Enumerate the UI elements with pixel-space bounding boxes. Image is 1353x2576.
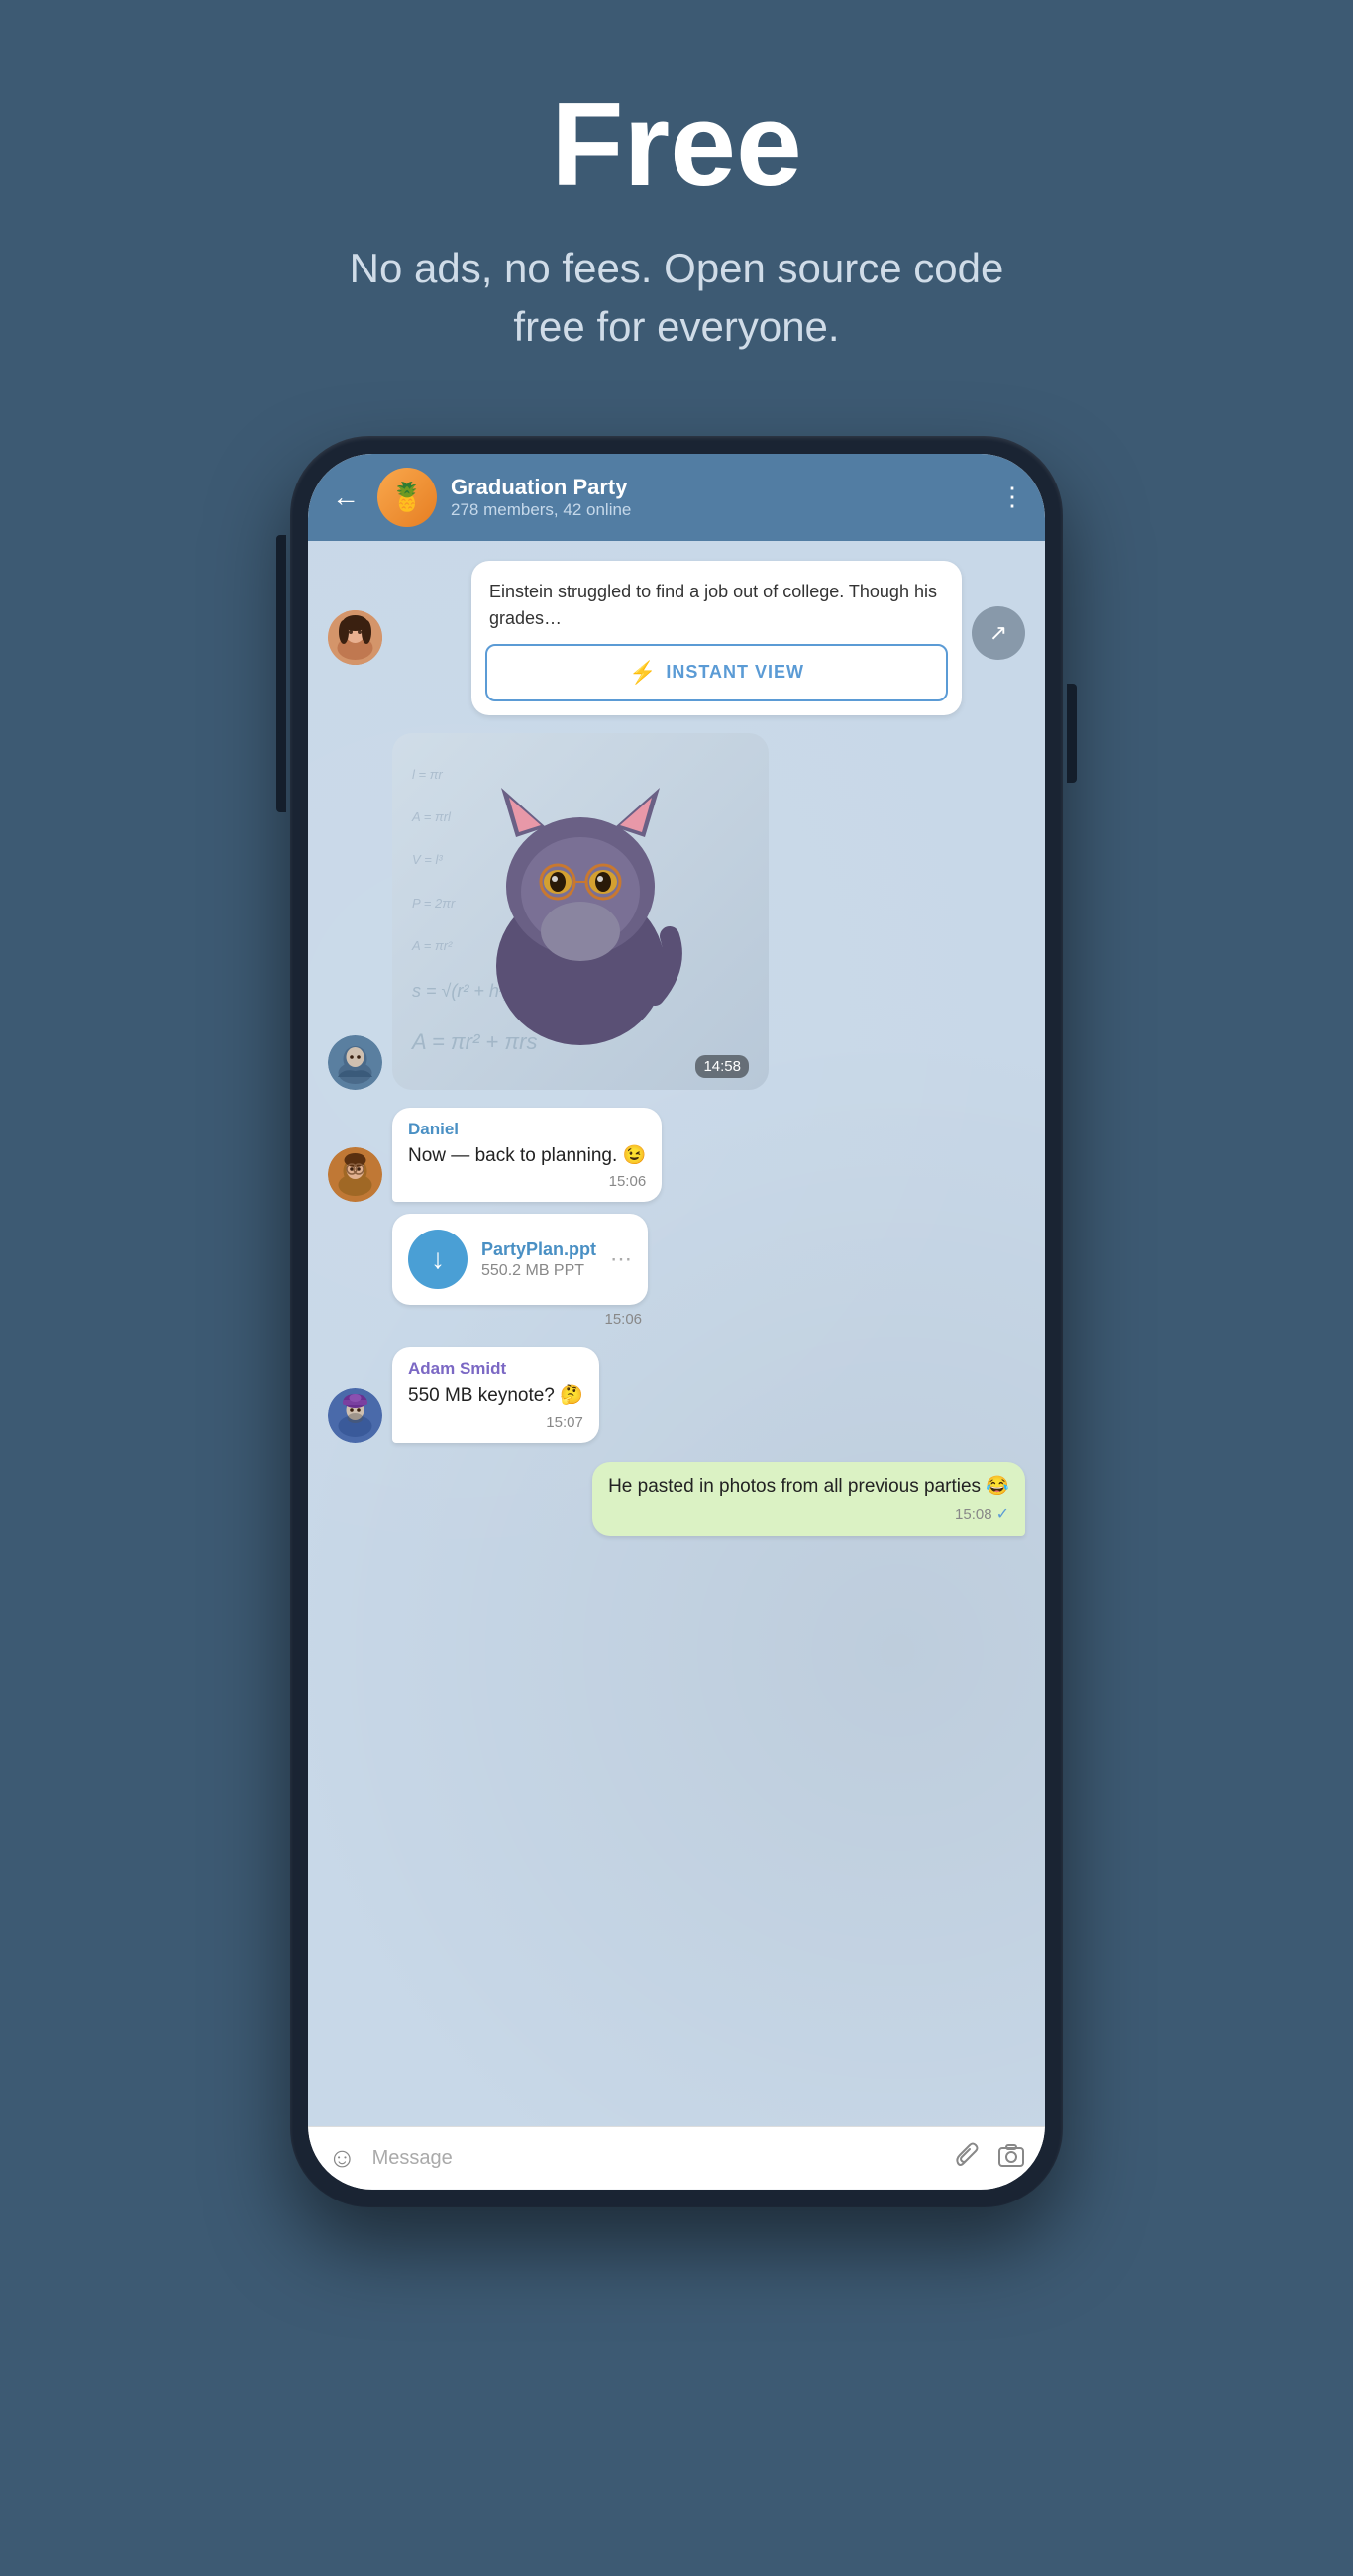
back-button[interactable]: ← bbox=[328, 478, 364, 517]
article-text: Einstein struggled to find a job out of … bbox=[471, 561, 962, 644]
daniel-sender-name: Daniel bbox=[408, 1120, 646, 1139]
adam-msg-bubble: Adam Smidt 550 MB keynote? 🤔 15:07 bbox=[392, 1347, 599, 1443]
own-msg-text: He pasted in photos from all previous pa… bbox=[608, 1474, 1009, 1501]
adam-msg-text: 550 MB keynote? 🤔 bbox=[408, 1383, 583, 1410]
file-msg-time: 15:06 bbox=[604, 1311, 648, 1328]
phone-screen: ← 🍍 Graduation Party 278 members, 42 onl… bbox=[308, 454, 1045, 2190]
sender-avatar-daniel bbox=[328, 1147, 382, 1202]
own-msg-time: 15:08 bbox=[955, 1506, 992, 1523]
file-size: 550.2 MB PPT bbox=[481, 1262, 596, 1280]
daniel-msg-bubble: Daniel Now — back to planning. 😉 15:06 bbox=[392, 1108, 662, 1203]
chat-avatar: 🍍 bbox=[377, 468, 437, 527]
own-msg-bubble: He pasted in photos from all previous pa… bbox=[592, 1462, 1025, 1537]
file-bubble-wrapper: ↓ PartyPlan.ppt 550.2 MB PPT ⋯ 15:06 bbox=[392, 1214, 648, 1328]
phone-frame: ← 🍍 Graduation Party 278 members, 42 onl… bbox=[290, 436, 1063, 2207]
cat-sticker bbox=[462, 768, 699, 1055]
own-msg-meta: 15:08 ✓ bbox=[608, 1504, 1009, 1524]
file-message-row: ↓ PartyPlan.ppt 550.2 MB PPT ⋯ 15:06 bbox=[392, 1214, 1025, 1328]
emoji-button[interactable]: ☺ bbox=[328, 2142, 357, 2174]
adam-sender-name: Adam Smidt bbox=[408, 1359, 583, 1379]
input-bar: ☺ Message bbox=[308, 2126, 1045, 2190]
adam-message-row: Adam Smidt 550 MB keynote? 🤔 15:07 bbox=[328, 1347, 1025, 1443]
adam-msg-meta: 15:07 bbox=[408, 1414, 583, 1431]
sticker-container: l = πr A = πrl V = l³ P = 2πr A = πr² s … bbox=[392, 733, 769, 1090]
chat-status: 278 members, 42 online bbox=[451, 500, 986, 520]
sticker-message: l = πr A = πrl V = l³ P = 2πr A = πr² s … bbox=[328, 723, 1025, 1100]
own-message-row: He pasted in photos from all previous pa… bbox=[328, 1462, 1025, 1537]
message-input[interactable]: Message bbox=[372, 2147, 938, 2170]
adam-msg-time: 15:07 bbox=[546, 1414, 583, 1431]
article-bubble: Einstein struggled to find a job out of … bbox=[471, 561, 962, 715]
checkmark-icon: ✓ bbox=[996, 1504, 1009, 1524]
messages-area: Einstein struggled to find a job out of … bbox=[308, 541, 1045, 2126]
file-info: PartyPlan.ppt 550.2 MB PPT bbox=[481, 1239, 596, 1280]
lightning-icon: ⚡ bbox=[629, 660, 656, 686]
file-bubble: ↓ PartyPlan.ppt 550.2 MB PPT ⋯ bbox=[392, 1214, 648, 1305]
daniel-message-row: Daniel Now — back to planning. 😉 15:06 bbox=[328, 1108, 1025, 1203]
page-subtitle: No ads, no fees. Open source code free f… bbox=[330, 240, 1023, 357]
daniel-msg-time: 15:06 bbox=[609, 1173, 647, 1190]
attach-button[interactable] bbox=[954, 2141, 982, 2176]
daniel-bubble: Daniel Now — back to planning. 😉 15:06 bbox=[392, 1108, 662, 1203]
sticker-timestamp: 14:58 bbox=[695, 1055, 749, 1078]
file-name: PartyPlan.ppt bbox=[481, 1239, 596, 1260]
sender-avatar-girl bbox=[328, 610, 382, 665]
sender-avatar-boy bbox=[328, 1035, 382, 1090]
chat-header: ← 🍍 Graduation Party 278 members, 42 onl… bbox=[308, 454, 1045, 541]
file-more-button[interactable]: ⋯ bbox=[610, 1246, 632, 1272]
daniel-msg-text: Now — back to planning. 😉 bbox=[408, 1143, 646, 1170]
file-download-button[interactable]: ↓ bbox=[408, 1230, 468, 1289]
share-button[interactable]: ↗ bbox=[972, 606, 1025, 660]
more-button[interactable]: ⋮ bbox=[999, 482, 1025, 512]
chat-name: Graduation Party bbox=[451, 475, 986, 500]
file-meta: 15:06 bbox=[392, 1311, 648, 1328]
page-title: Free bbox=[330, 79, 1023, 210]
sender-avatar-adam bbox=[328, 1388, 382, 1443]
camera-button[interactable] bbox=[997, 2141, 1025, 2176]
page-header: Free No ads, no fees. Open source code f… bbox=[290, 0, 1063, 416]
instant-view-button[interactable]: ⚡ INSTANT VIEW bbox=[485, 644, 948, 701]
phone-mockup: ← 🍍 Graduation Party 278 members, 42 onl… bbox=[290, 436, 1063, 2207]
chat-info: Graduation Party 278 members, 42 online bbox=[451, 475, 986, 520]
instant-view-label: INSTANT VIEW bbox=[666, 662, 804, 683]
adam-bubble: Adam Smidt 550 MB keynote? 🤔 15:07 bbox=[392, 1347, 599, 1443]
daniel-msg-meta: 15:06 bbox=[408, 1173, 646, 1190]
sticker-bg: l = πr A = πrl V = l³ P = 2πr A = πr² s … bbox=[392, 733, 769, 1090]
article-message: Einstein struggled to find a job out of … bbox=[328, 561, 1025, 715]
